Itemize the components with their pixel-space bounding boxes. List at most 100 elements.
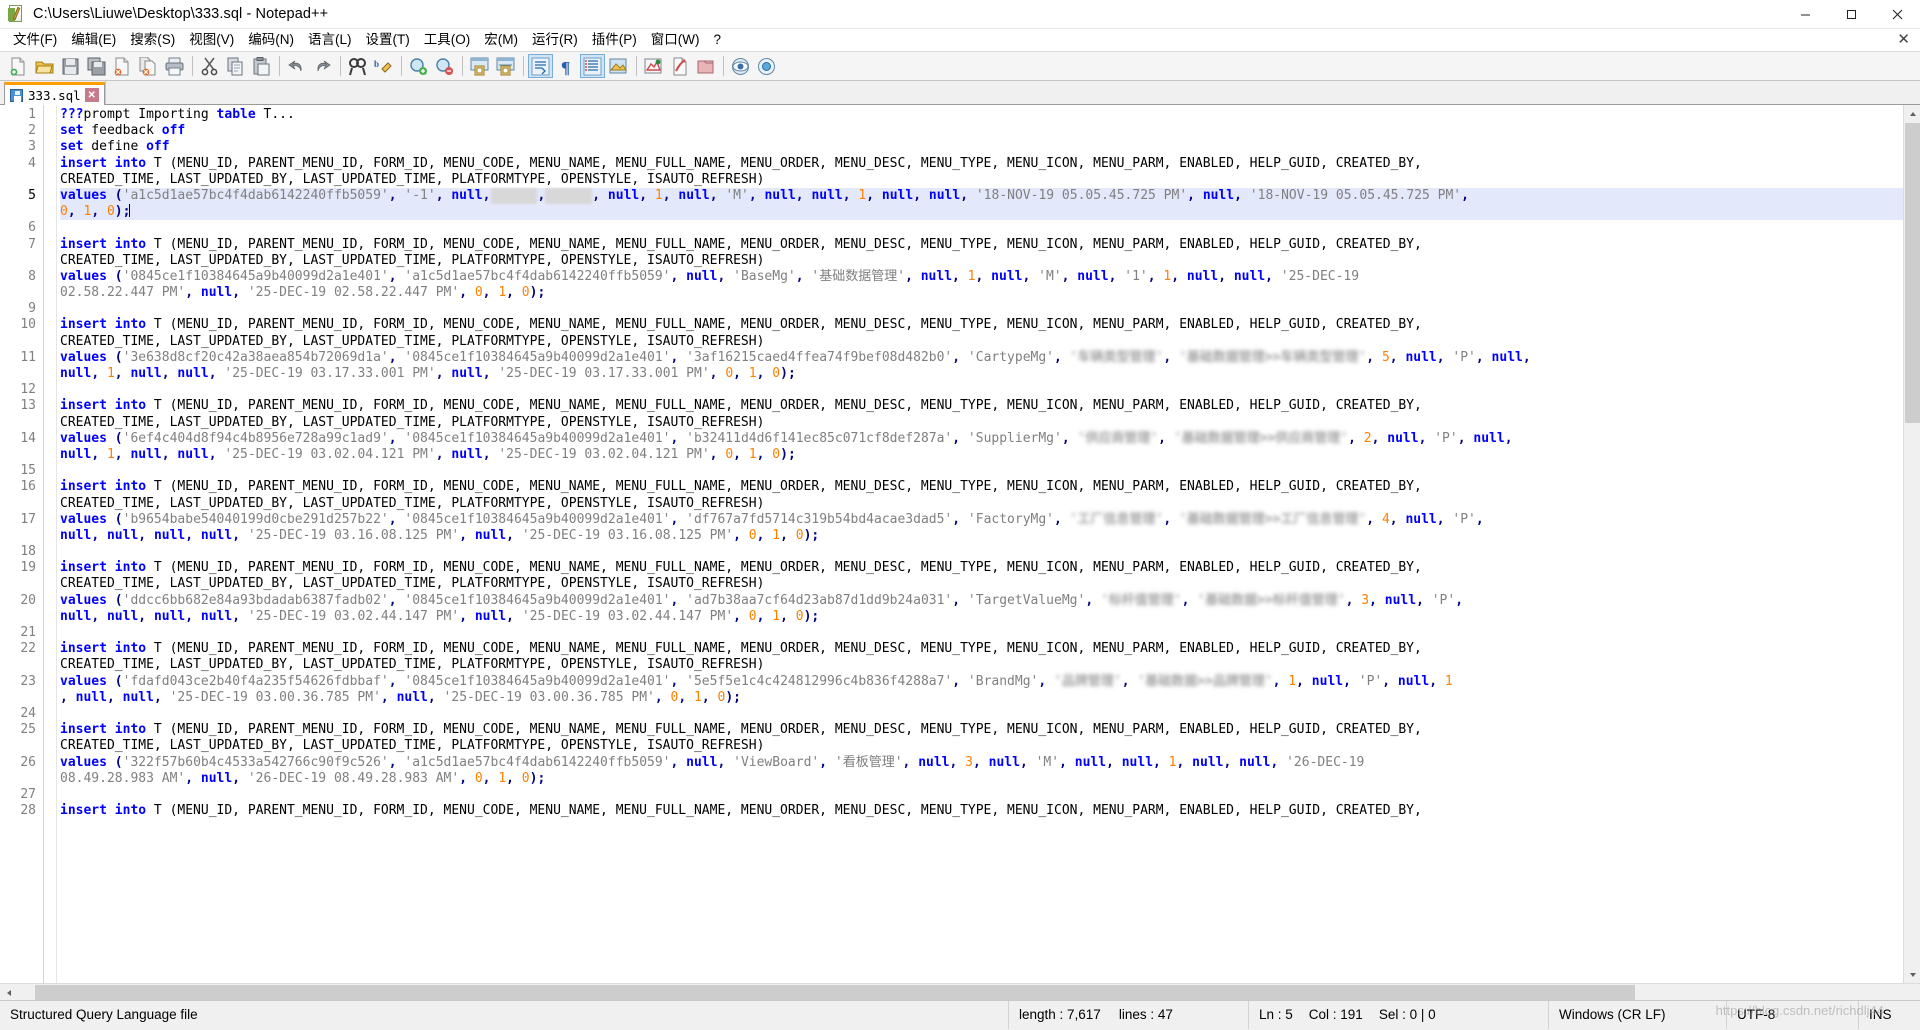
scroll-left-arrow-icon[interactable]	[0, 984, 17, 1001]
code-line[interactable]: 08.49.28.983 AM', null, '26-DEC-19 08.49…	[60, 771, 1903, 787]
find-icon[interactable]	[345, 54, 370, 78]
folder-icon[interactable]	[728, 54, 753, 78]
code-line[interactable]	[60, 382, 1903, 398]
copy-icon[interactable]	[223, 54, 248, 78]
scroll-down-arrow-icon[interactable]	[1904, 966, 1920, 983]
code-line[interactable]: values ('b9654babe54040199d0cbe291d257b2…	[60, 512, 1903, 528]
menu-tools[interactable]: 工具(O)	[417, 31, 478, 50]
redo-icon[interactable]	[310, 54, 335, 78]
undo-icon[interactable]	[284, 54, 309, 78]
indent-guide-icon[interactable]	[580, 54, 605, 78]
code-line[interactable]: 02.58.22.447 PM', null, '25-DEC-19 02.58…	[60, 285, 1903, 301]
code-line[interactable]: CREATED_TIME, LAST_UPDATED_BY, LAST_UPDA…	[60, 415, 1903, 431]
vertical-scroll-thumb[interactable]	[1905, 123, 1920, 423]
user-lang-icon[interactable]	[606, 54, 631, 78]
code-line[interactable]: set feedback off	[60, 123, 1903, 139]
code-line[interactable]: 0, 1, 0);	[60, 204, 1903, 221]
status-eol-format[interactable]: Windows (CR LF)	[1549, 1000, 1727, 1029]
code-line[interactable]: insert into T (MENU_ID, PARENT_MENU_ID, …	[60, 317, 1903, 333]
code-line[interactable]: values ('fdafd043ce2b40f4a235f54626fdbba…	[60, 674, 1903, 690]
menu-language[interactable]: 语言(L)	[301, 31, 359, 50]
code-line[interactable]: insert into T (MENU_ID, PARENT_MENU_ID, …	[60, 641, 1903, 657]
code-line[interactable]: insert into T (MENU_ID, PARENT_MENU_ID, …	[60, 479, 1903, 495]
code-line[interactable]	[60, 220, 1903, 236]
status-insert-mode[interactable]: INS	[1859, 1001, 1920, 1029]
menu-edit[interactable]: 编辑(E)	[64, 31, 123, 50]
code-line[interactable]: values ('ddcc6bb682e84a93bdadab6387fadb0…	[60, 593, 1903, 609]
code-line[interactable]: insert into T (MENU_ID, PARENT_MENU_ID, …	[60, 560, 1903, 576]
scroll-up-arrow-icon[interactable]	[1904, 105, 1920, 122]
sync-vertical-icon[interactable]	[467, 54, 492, 78]
word-wrap-icon[interactable]	[528, 54, 553, 78]
code-line[interactable]: , null, null, '25-DEC-19 03.00.36.785 PM…	[60, 690, 1903, 706]
menu-help[interactable]: ?	[706, 31, 728, 50]
zoom-in-icon[interactable]	[406, 54, 431, 78]
code-line[interactable]: values ('0845ce1f10384645a9b40099d2a1e40…	[60, 269, 1903, 285]
code-line[interactable]	[60, 463, 1903, 479]
code-line[interactable]	[60, 544, 1903, 560]
code-line[interactable]: insert into T (MENU_ID, PARENT_MENU_ID, …	[60, 722, 1903, 738]
close-button[interactable]	[1874, 0, 1920, 29]
code-line[interactable]: null, 1, null, null, '25-DEC-19 03.02.04…	[60, 447, 1903, 463]
cut-icon[interactable]	[197, 54, 222, 78]
macro-stop-icon[interactable]	[667, 54, 692, 78]
macro-record-icon[interactable]	[641, 54, 666, 78]
menu-settings[interactable]: 设置(T)	[359, 31, 417, 50]
horizontal-scroll-thumb[interactable]	[35, 985, 1635, 1000]
code-text-area[interactable]: ???prompt Importing table T... set feedba…	[57, 105, 1903, 983]
menu-view[interactable]: 视图(V)	[182, 31, 241, 50]
code-line[interactable]: insert into T (MENU_ID, PARENT_MENU_ID, …	[60, 398, 1903, 414]
sync-horizontal-icon[interactable]	[493, 54, 518, 78]
preview-icon[interactable]	[754, 54, 779, 78]
show-all-chars-icon[interactable]: ¶	[554, 54, 579, 78]
code-line[interactable]: null, 1, null, null, '25-DEC-19 03.17.33…	[60, 366, 1903, 382]
code-line[interactable]: CREATED_TIME, LAST_UPDATED_BY, LAST_UPDA…	[60, 576, 1903, 592]
close-document-icon[interactable]: ✕	[1897, 30, 1910, 48]
menu-window[interactable]: 窗口(W)	[644, 31, 707, 50]
status-encoding[interactable]: UTF-8	[1727, 1000, 1859, 1029]
code-line[interactable]: null, null, null, null, '25-DEC-19 03.16…	[60, 528, 1903, 544]
menu-search[interactable]: 搜索(S)	[123, 31, 182, 50]
paste-icon[interactable]	[249, 54, 274, 78]
code-line[interactable]: values ('6ef4c404d8f94c4b8956e728a99c1ad…	[60, 431, 1903, 447]
menu-file[interactable]: 文件(F)	[6, 31, 64, 50]
vertical-scrollbar[interactable]	[1903, 105, 1920, 983]
maximize-button[interactable]	[1828, 0, 1874, 29]
code-line[interactable]: CREATED_TIME, LAST_UPDATED_BY, LAST_UPDA…	[60, 253, 1903, 269]
code-line[interactable]: values ('3e638d8cf20c42a38aea854b72069d1…	[60, 350, 1903, 366]
code-line[interactable]	[60, 706, 1903, 722]
code-line[interactable]: ???prompt Importing table T...	[60, 107, 1903, 123]
print-icon[interactable]	[162, 54, 187, 78]
menu-encoding[interactable]: 编码(N)	[241, 31, 301, 50]
code-line[interactable]	[60, 301, 1903, 317]
open-file-icon[interactable]	[32, 54, 57, 78]
code-line[interactable]: CREATED_TIME, LAST_UPDATED_BY, LAST_UPDA…	[60, 738, 1903, 754]
code-line[interactable]: CREATED_TIME, LAST_UPDATED_BY, LAST_UPDA…	[60, 334, 1903, 350]
replace-icon[interactable]: b	[371, 54, 396, 78]
close-all-icon[interactable]	[136, 54, 161, 78]
code-line[interactable]: null, null, null, null, '25-DEC-19 03.02…	[60, 609, 1903, 625]
menu-plugins[interactable]: 插件(P)	[585, 31, 644, 50]
minimize-button[interactable]	[1782, 0, 1828, 29]
close-file-icon[interactable]	[110, 54, 135, 78]
code-line[interactable]	[60, 625, 1903, 641]
zoom-out-icon[interactable]	[432, 54, 457, 78]
code-line[interactable]: CREATED_TIME, LAST_UPDATED_BY, LAST_UPDA…	[60, 496, 1903, 512]
horizontal-scrollbar[interactable]	[0, 983, 1920, 1000]
code-line[interactable]: CREATED_TIME, LAST_UPDATED_BY, LAST_UPDA…	[60, 657, 1903, 673]
macro-play-icon[interactable]	[693, 54, 718, 78]
save-all-icon[interactable]	[84, 54, 109, 78]
menu-run[interactable]: 运行(R)	[525, 31, 585, 50]
code-line[interactable]: insert into T (MENU_ID, PARENT_MENU_ID, …	[60, 156, 1903, 172]
save-icon[interactable]	[58, 54, 83, 78]
code-line[interactable]: insert into T (MENU_ID, PARENT_MENU_ID, …	[60, 237, 1903, 253]
tab-close-icon[interactable]: ✕	[84, 88, 99, 102]
new-file-icon[interactable]	[6, 54, 31, 78]
code-line[interactable]: insert into T (MENU_ID, PARENT_MENU_ID, …	[60, 803, 1903, 819]
fold-margin[interactable]	[44, 105, 57, 983]
code-line[interactable]: set define off	[60, 139, 1903, 155]
code-line[interactable]: CREATED_TIME, LAST_UPDATED_BY, LAST_UPDA…	[60, 172, 1903, 188]
menu-macro[interactable]: 宏(M)	[477, 31, 525, 50]
code-line[interactable]: values ('322f57b60b4c4533a542766c90f9c52…	[60, 755, 1903, 771]
tab-333-sql[interactable]: 333.sql ✕	[4, 82, 105, 105]
